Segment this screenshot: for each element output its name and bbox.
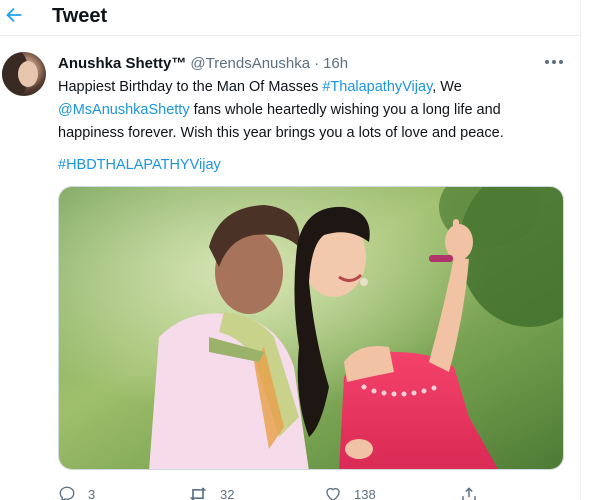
avatar-face [18,61,38,87]
tweet-page: Tweet Anushka Shetty™ @TrendsAnushka · 1… [0,0,600,500]
more-horizontal-icon [545,60,563,64]
text-segment: fans whole heartedly wishing you a long … [189,102,501,118]
tweet-text-line-2: @MsAnushkaShetty fans whole heartedly wi… [58,99,570,122]
reply-count: 3 [88,486,96,500]
avatar[interactable] [2,52,46,96]
arrow-left-icon [6,7,22,23]
mention-link[interactable]: @MsAnushkaShetty [58,102,190,118]
share-icon [462,487,476,500]
text-segment: , We [432,79,462,95]
reply-button[interactable]: 3 [58,484,95,500]
display-name[interactable]: Anushka Shetty™ [58,55,186,72]
retweet-button[interactable]: 32 [188,484,234,500]
tweet-actions: 3 32 138 [58,484,528,500]
heart-icon [326,487,340,500]
text-segment: Happiest Birthday to the Man Of Masses [58,79,323,95]
page-title: Tweet [52,5,108,27]
hashtag-row: #HBDTHALAPATHYVijay [58,155,221,175]
tweet-text-line-3: happiness forever. Wish this year brings… [58,125,504,141]
tweet-author-row: Anushka Shetty™ @TrendsAnushka · 16h [58,53,348,73]
retweet-count: 32 [220,486,235,500]
tweet-text-line-1: Happiest Birthday to the Man Of Masses #… [58,76,570,99]
like-button[interactable]: 138 [324,484,376,500]
retweet-icon [189,487,207,500]
tweet: Anushka Shetty™ @TrendsAnushka · 16h Hap… [0,36,580,500]
photo-illustration [59,187,563,469]
tweet-photo[interactable] [58,186,564,470]
hashtag-link[interactable]: #HBDTHALAPATHYVijay [58,157,221,173]
more-button[interactable] [542,54,566,70]
column-divider [580,0,581,500]
user-handle[interactable]: @TrendsAnushka [190,55,310,72]
hashtag-link[interactable]: #ThalapathyVijay [322,79,432,95]
separator-dot: · [314,54,320,72]
tweet-text: Happiest Birthday to the Man Of Masses #… [58,76,570,145]
reply-icon [59,486,75,500]
like-count: 138 [354,486,376,500]
timestamp[interactable]: 16h [323,55,348,72]
share-button[interactable] [460,484,478,500]
top-bar: Tweet [0,0,580,36]
back-button[interactable] [2,3,26,27]
